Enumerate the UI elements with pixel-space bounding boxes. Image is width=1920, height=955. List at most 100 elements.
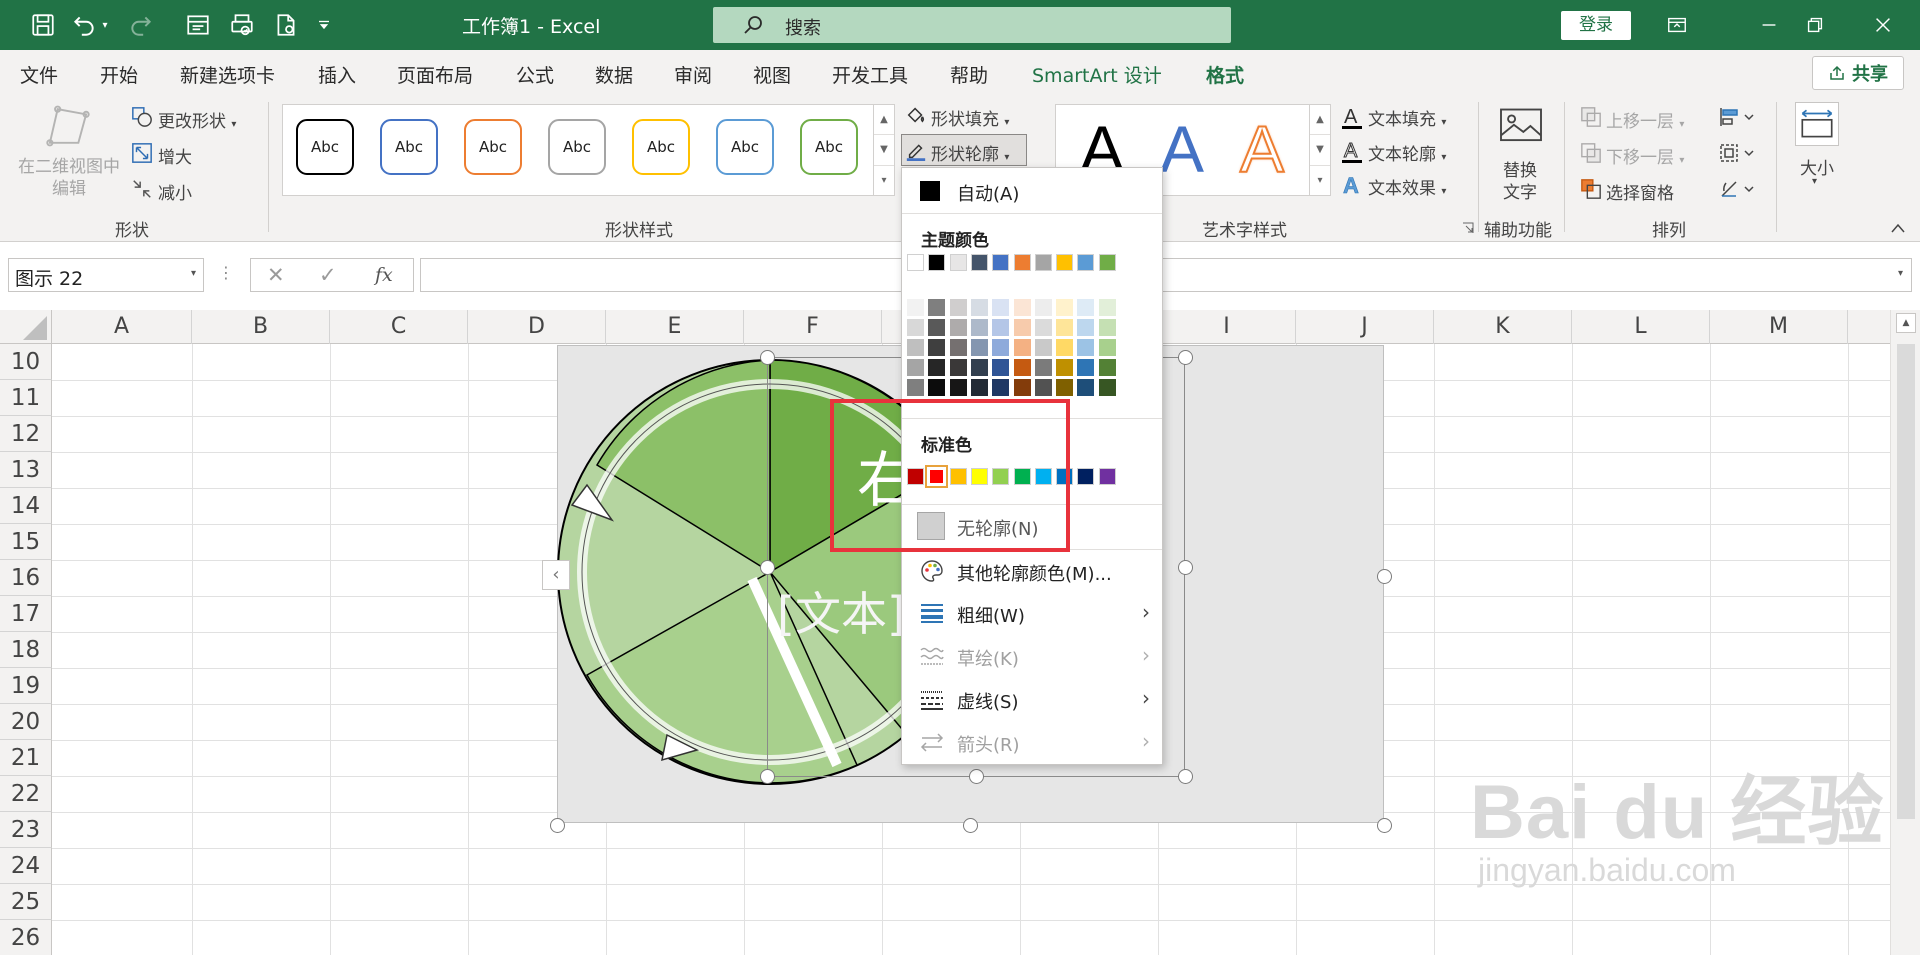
theme-color-swatch[interactable] (1098, 254, 1116, 271)
resize-handle[interactable] (969, 769, 984, 784)
shape-style-thumbnail[interactable]: Abc (548, 119, 606, 175)
theme-shade-swatch[interactable] (970, 379, 988, 396)
tab-developer[interactable]: 开发工具 (832, 61, 908, 88)
column-header[interactable]: E (606, 310, 744, 344)
tab-file[interactable]: 文件 (20, 61, 58, 88)
minimize-icon[interactable] (1752, 9, 1786, 41)
theme-shade-swatch[interactable] (928, 319, 946, 336)
restore-icon[interactable] (1798, 9, 1832, 41)
more-icon[interactable]: ▾ (1310, 166, 1330, 195)
align-icon[interactable] (1718, 106, 1758, 128)
theme-shade-swatch[interactable] (928, 379, 946, 396)
text-effects-button[interactable]: 文本效果 ▾ (1368, 174, 1446, 199)
resize-handle[interactable] (1178, 350, 1193, 365)
scrollbar-thumb[interactable] (1897, 344, 1915, 819)
theme-shade-swatch[interactable] (1077, 299, 1095, 316)
theme-shade-swatch[interactable] (1098, 359, 1116, 376)
row-header[interactable]: 13 (0, 452, 52, 488)
theme-shade-swatch[interactable] (970, 299, 988, 316)
resize-handle[interactable] (760, 769, 775, 784)
theme-shade-swatch[interactable] (1098, 319, 1116, 336)
login-button[interactable]: 登录 (1561, 11, 1631, 40)
theme-shade-swatch[interactable] (1098, 299, 1116, 316)
resize-handle[interactable] (760, 350, 775, 365)
name-box[interactable]: 图示 22 ▾ (8, 258, 204, 292)
theme-shade-swatch[interactable] (928, 359, 946, 376)
theme-shade-swatch[interactable] (1013, 379, 1031, 396)
column-header[interactable]: L (1572, 310, 1710, 344)
theme-shade-swatch[interactable] (1034, 299, 1052, 316)
save-icon[interactable] (27, 9, 59, 41)
theme-shade-swatch[interactable] (1056, 379, 1074, 396)
shape-style-thumbnail[interactable]: Abc (800, 119, 858, 175)
row-header[interactable]: 20 (0, 704, 52, 740)
theme-shade-swatch[interactable] (1013, 359, 1031, 376)
tab-format[interactable]: 格式 (1206, 61, 1245, 97)
column-header[interactable]: K (1434, 310, 1572, 344)
theme-shade-swatch[interactable] (928, 339, 946, 356)
print-preview-icon[interactable] (226, 9, 258, 41)
theme-shade-swatch[interactable] (1034, 339, 1052, 356)
theme-shade-swatch[interactable] (1077, 339, 1095, 356)
change-shape-button[interactable]: 更改形状 ▾ (158, 107, 236, 132)
theme-color-swatch[interactable] (907, 254, 924, 271)
theme-color-swatch[interactable] (970, 254, 988, 271)
search-box[interactable]: 搜索 (713, 7, 1231, 43)
text-pane-toggle[interactable]: ‹ (542, 560, 570, 590)
row-header[interactable]: 17 (0, 596, 52, 632)
theme-shade-swatch[interactable] (1056, 359, 1074, 376)
scroll-down-icon[interactable]: ▼ (1310, 135, 1330, 166)
theme-shade-swatch[interactable] (992, 379, 1010, 396)
size-dropdown-icon[interactable]: ▾ (1812, 176, 1817, 187)
undo-icon[interactable] (68, 9, 100, 41)
row-header[interactable]: 18 (0, 632, 52, 668)
wordart-sample[interactable]: A (1160, 107, 1204, 191)
scroll-down-icon[interactable]: ▼ (874, 135, 894, 166)
dialog-launcher-icon[interactable] (1462, 222, 1474, 234)
tab-view[interactable]: 视图 (753, 61, 791, 88)
dashes-item[interactable]: 虚线(S) › (902, 680, 1162, 718)
row-header[interactable]: 26 (0, 920, 52, 955)
theme-shade-swatch[interactable] (1077, 319, 1095, 336)
larger-button[interactable]: 增大 (158, 143, 192, 168)
theme-shade-swatch[interactable] (970, 339, 988, 356)
resize-handle[interactable] (1178, 769, 1193, 784)
shape-fill-button[interactable]: 形状填充 ▾ (931, 105, 1009, 130)
text-outline-button[interactable]: 文本轮廓 ▾ (1368, 140, 1446, 165)
row-header[interactable]: 22 (0, 776, 52, 812)
vertical-scrollbar[interactable]: ▲ (1890, 310, 1920, 955)
theme-shade-swatch[interactable] (1098, 339, 1116, 356)
tab-page-layout[interactable]: 页面布局 (397, 61, 473, 88)
resize-handle[interactable] (1377, 569, 1392, 584)
select-all-button[interactable] (0, 310, 52, 344)
theme-shade-swatch[interactable] (1056, 339, 1074, 356)
resize-handle[interactable] (760, 560, 775, 575)
more-icon[interactable]: ▾ (874, 166, 894, 195)
tab-new-tab[interactable]: 新建选项卡 (180, 61, 275, 88)
column-header[interactable]: M (1710, 310, 1848, 344)
column-header[interactable]: B (192, 310, 330, 344)
theme-shade-swatch[interactable] (907, 339, 924, 356)
resize-handle[interactable] (963, 818, 978, 833)
theme-shade-swatch[interactable] (907, 379, 924, 396)
theme-color-swatch[interactable] (949, 254, 967, 271)
theme-shade-swatch[interactable] (1056, 299, 1074, 316)
row-header[interactable]: 16 (0, 560, 52, 596)
theme-shade-swatch[interactable] (907, 319, 924, 336)
theme-shade-swatch[interactable] (1056, 319, 1074, 336)
row-header[interactable]: 11 (0, 380, 52, 416)
tab-home[interactable]: 开始 (100, 61, 138, 88)
row-header[interactable]: 10 (0, 344, 52, 380)
theme-shade-swatch[interactable] (992, 319, 1010, 336)
row-header[interactable]: 23 (0, 812, 52, 848)
tab-smartart-design[interactable]: SmartArt 设计 (1032, 61, 1162, 88)
theme-shade-swatch[interactable] (1013, 299, 1031, 316)
selection-pane-button[interactable]: 选择窗格 (1606, 179, 1674, 204)
more-outline-colors-item[interactable]: 其他轮廓颜色(M)... (902, 552, 1162, 590)
tab-formulas[interactable]: 公式 (516, 61, 554, 88)
undo-dropdown-icon[interactable]: ▾ (98, 9, 112, 41)
column-header[interactable]: D (468, 310, 606, 344)
row-header[interactable]: 12 (0, 416, 52, 452)
theme-shade-swatch[interactable] (928, 299, 946, 316)
customize-quick-access-icon[interactable] (314, 9, 334, 41)
